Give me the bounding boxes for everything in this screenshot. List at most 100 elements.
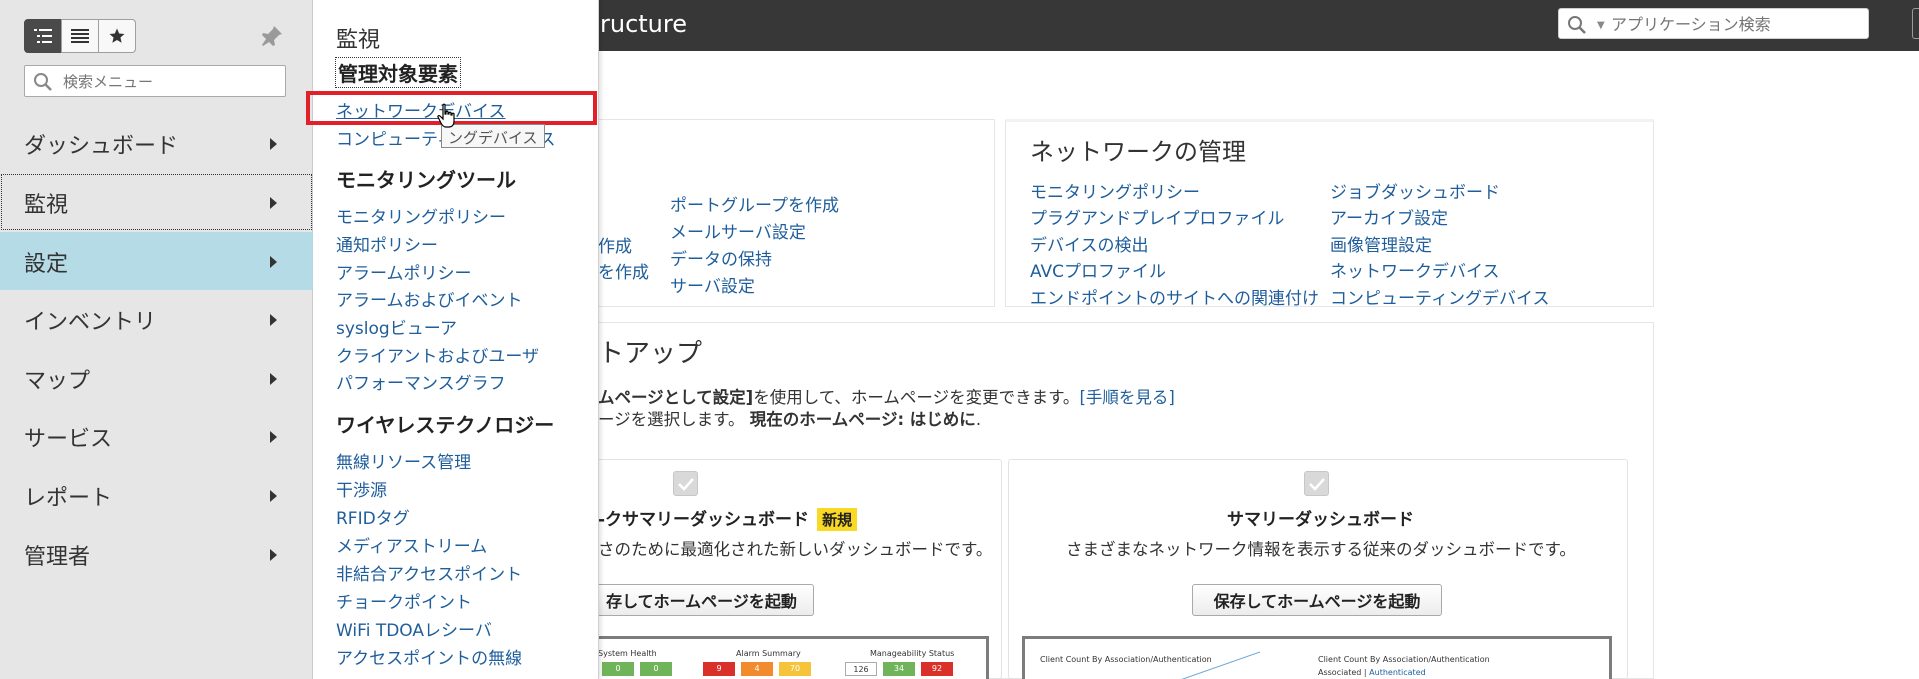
flyout-link-rrm[interactable]: 無線リソース管理 xyxy=(336,448,471,473)
nav-label: インベントリ xyxy=(24,310,157,335)
preview-value: 9 xyxy=(703,662,735,676)
option-checkbox-new[interactable] xyxy=(673,471,698,496)
menu-search[interactable] xyxy=(24,65,286,97)
chevron-right-icon xyxy=(270,314,277,326)
flyout-link-clients-users[interactable]: クライアントおよびユーザ xyxy=(336,342,539,367)
card-link-create-1[interactable]: 作成 xyxy=(598,232,632,257)
net-link-device-discovery[interactable]: デバイスの検出 xyxy=(1030,231,1149,256)
preview-label: Manageability Status xyxy=(870,649,955,658)
nav-dashboard[interactable]: ダッシュボード xyxy=(0,114,313,172)
flyout-link-wifi-tdoa[interactable]: WiFi TDOAレシーバ xyxy=(336,616,492,641)
card-link-create-2[interactable]: を作成 xyxy=(598,258,649,283)
preview-line-chart xyxy=(1181,651,1260,679)
flyout-link-rfid-tags[interactable]: RFIDタグ xyxy=(336,504,410,529)
net-link-image-management[interactable]: 画像管理設定 xyxy=(1330,231,1432,256)
preview-label: Alarm Summary xyxy=(736,649,801,658)
preview-value: 0 xyxy=(602,662,634,676)
preview-label: Client Count By Association/Authenticati… xyxy=(1318,655,1490,664)
nav-label: 管理者 xyxy=(24,545,91,570)
flyout-link-chokepoints[interactable]: チョークポイント xyxy=(336,588,472,613)
card-link-port-group[interactable]: ポートグループを作成 xyxy=(670,191,839,216)
flyout-link-media-streams[interactable]: メディアストリーム xyxy=(336,532,487,557)
menu-search-input[interactable] xyxy=(63,71,278,93)
menu-view-toggle xyxy=(24,19,136,53)
nav-maps[interactable]: マップ xyxy=(0,349,313,407)
network-management-title: ネットワークの管理 xyxy=(1030,138,1246,166)
current-homepage: 現在のホームページ: はじめに xyxy=(749,410,976,429)
flyout-link-performance-graphs[interactable]: パフォーマンスグラフ xyxy=(336,369,506,394)
search-icon xyxy=(34,73,52,91)
preview-value: 0 xyxy=(640,662,672,676)
preview-value: 4 xyxy=(741,662,773,676)
application-search-input[interactable] xyxy=(1611,13,1861,35)
net-link-endpoint-site[interactable]: エンドポイントのサイトへの関連付け xyxy=(1030,284,1319,309)
save-launch-button-summary[interactable]: 保存してホームページを起動 xyxy=(1192,584,1442,616)
card-link-data-retention[interactable]: データの保持 xyxy=(670,245,772,270)
setup-text-2: ージを選択します。 xyxy=(598,410,745,429)
list-view-button[interactable] xyxy=(61,19,99,53)
net-link-compute-devices[interactable]: コンピューティングデバイス xyxy=(1330,284,1549,309)
nav-label: 監視 xyxy=(24,193,69,218)
flyout-link-interferers[interactable]: 干渉源 xyxy=(336,476,387,501)
net-link-job-dashboard[interactable]: ジョブダッシュボード xyxy=(1330,178,1500,203)
favorites-button[interactable] xyxy=(98,19,136,53)
preview-value: 126 xyxy=(845,662,877,676)
option-desc-summary: さまざまなネットワーク情報を表示する従来のダッシュボードです。 xyxy=(1066,540,1576,559)
application-search[interactable]: ▼ xyxy=(1558,8,1869,39)
nav-label: サービス xyxy=(24,427,113,452)
nav-inventory[interactable]: インベントリ xyxy=(0,290,313,348)
chevron-right-icon xyxy=(270,138,277,150)
preview-label: System Health xyxy=(598,649,657,658)
net-link-avc-profile[interactable]: AVCプロファイル xyxy=(1030,257,1166,282)
chevron-right-icon xyxy=(270,373,277,385)
nav-monitor[interactable]: 監視 xyxy=(0,173,313,231)
chevron-right-icon xyxy=(270,431,277,443)
nav-configuration[interactable]: 設定 xyxy=(0,232,313,290)
nav-reports[interactable]: レポート xyxy=(0,466,313,524)
star-icon xyxy=(109,28,125,43)
option-title-new: -クサマリーダッシュボード 新規 xyxy=(598,505,858,531)
option-title-summary: サマリーダッシュボード xyxy=(1227,510,1414,530)
search-icon xyxy=(1568,16,1586,34)
setup-instructions-1: ムページとして設定]を使用して、ホームページを変更できます。[手順を見る] xyxy=(598,384,1175,408)
nav-label: レポート xyxy=(24,486,113,511)
new-badge: 新規 xyxy=(817,508,858,531)
pin-icon[interactable] xyxy=(260,24,284,48)
net-link-network-devices[interactable]: ネットワークデバイス xyxy=(1330,257,1500,282)
nav-administration[interactable]: 管理者 xyxy=(0,525,313,583)
card-link-server-settings[interactable]: サーバ設定 xyxy=(670,272,755,297)
preview-value: 92 xyxy=(921,662,953,676)
setup-bold-text: ムページとして設定] xyxy=(598,388,754,407)
card-link-mail-server[interactable]: メールサーバ設定 xyxy=(670,218,806,243)
net-link-pnp-profile[interactable]: プラグアンドプレイプロファイル xyxy=(1030,204,1284,229)
checkmark-icon xyxy=(1308,477,1325,491)
hand-cursor-icon xyxy=(437,103,455,128)
flyout-link-alarm-policy[interactable]: アラームポリシー xyxy=(336,259,472,284)
preview-value: 70 xyxy=(779,662,811,676)
flyout-section-managed-elements: 管理対象要素 xyxy=(335,57,461,88)
chevron-down-icon[interactable]: ▼ xyxy=(1597,20,1605,31)
flyout-link-notification-policy[interactable]: 通知ポリシー xyxy=(336,231,438,256)
option-desc-new: さのために最適化された新しいダッシュボードです。 xyxy=(598,540,993,559)
flyout-link-syslog-viewer[interactable]: syslogビューア xyxy=(336,314,457,339)
tree-list-icon xyxy=(34,29,52,43)
flyout-link-monitoring-policy[interactable]: モニタリングポリシー xyxy=(336,203,506,228)
page-title: ructure xyxy=(600,10,687,38)
nav-services[interactable]: サービス xyxy=(0,407,313,465)
chevron-right-icon xyxy=(270,197,277,209)
option-checkbox-summary[interactable] xyxy=(1304,471,1329,496)
preview-sub-label: Authenticated xyxy=(1369,668,1426,677)
setup-title: トアップ xyxy=(598,339,703,369)
flyout-link-alarms-events[interactable]: アラームおよびイベント xyxy=(336,286,523,311)
preview-sub-label: Associated xyxy=(1318,668,1362,677)
flyout-link-unjoined-aps[interactable]: 非結合アクセスポイント xyxy=(336,560,522,585)
preview-label: Associated | Authenticated xyxy=(1318,668,1426,677)
net-link-archive-settings[interactable]: アーカイブ設定 xyxy=(1330,204,1448,229)
nav-label: 設定 xyxy=(24,252,69,277)
save-launch-button-new[interactable]: 存してホームページを起動 xyxy=(590,584,814,616)
view-steps-link[interactable]: [手順を見る] xyxy=(1079,388,1174,407)
header-button-edge[interactable] xyxy=(1912,8,1919,39)
net-link-monitoring-policy[interactable]: モニタリングポリシー xyxy=(1030,178,1200,203)
flyout-link-ap-radios[interactable]: アクセスポイントの無線 xyxy=(336,644,522,669)
tree-view-button[interactable] xyxy=(24,19,62,53)
